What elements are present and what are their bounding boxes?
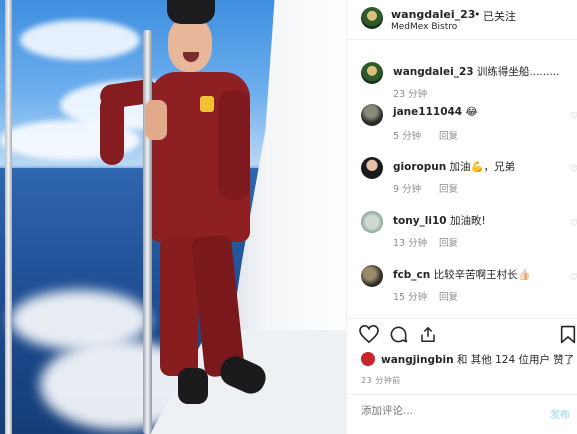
comment-line: jane111044 😂 (393, 106, 478, 118)
comment-username[interactable]: gioropun (393, 161, 446, 173)
comment-username[interactable]: tony_li10 (393, 215, 447, 227)
cloud (20, 20, 140, 60)
post-author-username[interactable]: wangdalei_23 (391, 8, 475, 21)
post-header: wangdalei_23 • 已关注 MedMex Bistro (347, 0, 577, 40)
caption-time[interactable]: 23 分钟 (393, 86, 427, 100)
comment-time[interactable]: 13 分钟 (393, 235, 427, 249)
post-photo[interactable] (0, 0, 346, 434)
post-sidebar: wangdalei_23 • 已关注 MedMex Bistro wangdal… (346, 0, 577, 434)
follow-status-button[interactable]: 已关注 (483, 8, 516, 24)
add-comment-bar: 发布 (347, 394, 577, 434)
action-bar (347, 318, 577, 348)
comment-text: 😂 (465, 106, 478, 118)
comment-text: 比较辛苦啊王村长👍🏻 (433, 269, 531, 281)
comment-time[interactable]: 5 分钟 (393, 128, 421, 142)
person-cap (167, 0, 215, 24)
comment-line: fcb_cn 比较辛苦啊王村长👍🏻 (393, 267, 531, 282)
person-arm (218, 90, 250, 200)
boat-pole (143, 30, 152, 434)
avatar[interactable] (361, 157, 383, 179)
reply-button[interactable]: 回复 (439, 235, 458, 249)
list-item: jane111044 😂 5 分钟 回复 ♡ (347, 104, 577, 142)
person-shoe (178, 368, 208, 404)
liker-username[interactable]: wangjingbin (381, 354, 454, 366)
comment-time[interactable]: 15 分钟 (393, 289, 427, 303)
likes-count-text[interactable]: 和 其他 124 位用户 赞了 (457, 354, 574, 366)
heart-icon[interactable]: ♡ (570, 219, 577, 229)
bookmark-icon[interactable] (560, 325, 576, 344)
person-face (168, 18, 212, 72)
jersey-badge (200, 96, 214, 112)
boat-rail (5, 0, 12, 434)
list-item: tony_li10 加油畋! 13 分钟 回复 ♡ (347, 211, 577, 249)
comment-line: tony_li10 加油畋! (393, 213, 486, 228)
comment-text: 加油💪，兄弟 (449, 161, 516, 173)
reply-button[interactable]: 回复 (439, 128, 458, 142)
comment-text: 加油畋! (449, 215, 486, 227)
avatar[interactable] (361, 211, 383, 233)
avatar[interactable] (361, 62, 383, 84)
comment-time[interactable]: 9 分钟 (393, 181, 421, 195)
avatar[interactable] (361, 7, 383, 29)
heart-icon[interactable] (359, 325, 379, 343)
comment-line: gioropun 加油💪，兄弟 (393, 159, 515, 174)
likes-summary[interactable]: wangjingbin 和 其他 124 位用户 赞了 (381, 352, 574, 367)
caption-text: 训练得坐船......... (476, 66, 560, 78)
avatar[interactable] (361, 104, 383, 126)
share-icon[interactable] (419, 325, 437, 344)
caption: wangdalei_23 训练得坐船......... 23 分钟 (347, 62, 577, 100)
person-arm (100, 95, 124, 165)
reply-button[interactable]: 回复 (439, 181, 458, 195)
heart-icon[interactable]: ♡ (570, 165, 577, 175)
comment-username[interactable]: fcb_cn (393, 269, 430, 281)
comment-input[interactable] (361, 405, 531, 417)
avatar[interactable] (361, 352, 375, 366)
post-timestamp: 23 分钟前 (361, 376, 401, 385)
reply-button[interactable]: 回复 (439, 289, 458, 303)
post-comment-button[interactable]: 发布 (550, 406, 570, 421)
heart-icon[interactable]: ♡ (570, 112, 577, 122)
avatar[interactable] (361, 265, 383, 287)
post-location[interactable]: MedMex Bistro (391, 22, 457, 32)
caption-username[interactable]: wangdalei_23 (393, 66, 474, 78)
caption-line: wangdalei_23 训练得坐船......... (393, 64, 559, 79)
comment-username[interactable]: jane111044 (393, 106, 462, 118)
comment-icon[interactable] (389, 325, 408, 344)
heart-icon[interactable]: ♡ (570, 273, 577, 283)
separator-dot: • (474, 8, 481, 21)
list-item: fcb_cn 比较辛苦啊王村长👍🏻 15 分钟 回复 ♡ (347, 265, 577, 303)
person-hand (145, 100, 167, 140)
list-item: gioropun 加油💪，兄弟 9 分钟 回复 ♡ (347, 157, 577, 195)
